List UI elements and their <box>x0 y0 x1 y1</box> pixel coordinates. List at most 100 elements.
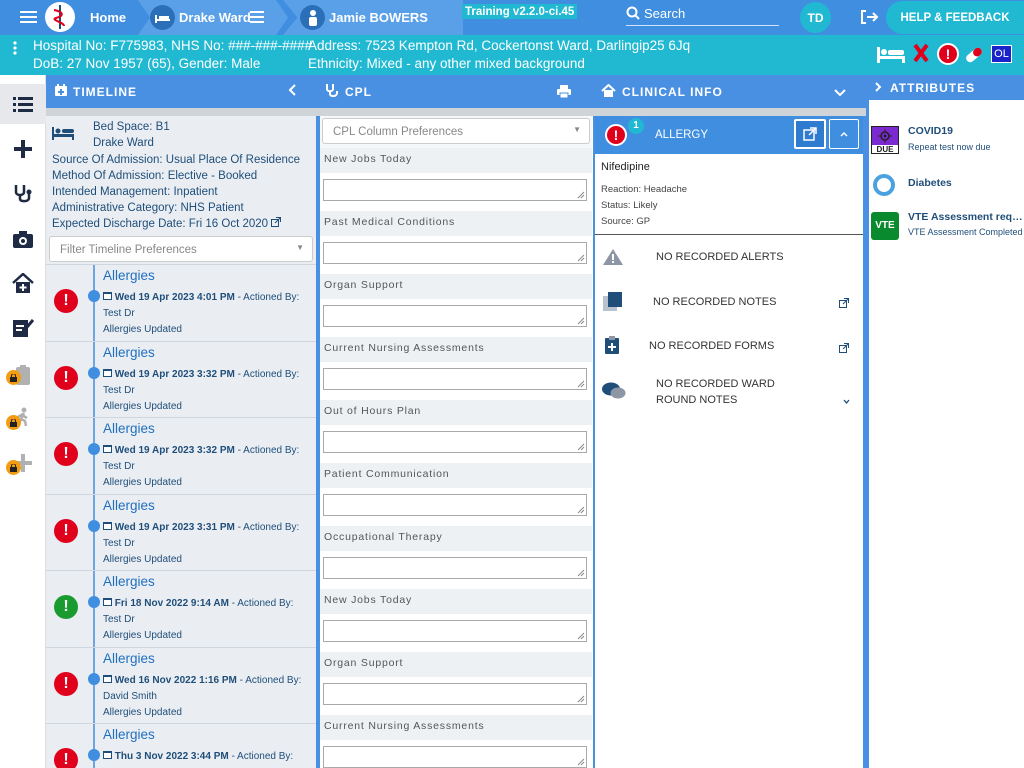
nav-home-medical-icon[interactable] <box>0 263 46 303</box>
timeline-item-actioned-by: Test Dr <box>103 614 135 625</box>
timeline-item[interactable]: ! Allergies Wed 19 Apr 2023 3:32 PM - Act… <box>46 340 316 418</box>
timeline-item[interactable]: ! Allergies Wed 19 Apr 2023 3:32 PM - Act… <box>46 417 316 494</box>
cpl-section-textarea[interactable] <box>323 368 587 390</box>
cpl-section: Out of Hours Plan <box>320 400 592 463</box>
covid-due-badge: DUE <box>876 145 894 154</box>
timeline-connector <box>93 418 95 494</box>
cpl-title: CPL <box>345 84 372 99</box>
nav-edit-form-icon[interactable] <box>0 307 46 347</box>
cpl-section-textarea[interactable] <box>323 179 587 201</box>
timeline-item-meta: Wed 16 Nov 2022 1:16 PM - Actioned By: Da… <box>103 673 313 721</box>
timeline-item-note: Allergies Updated <box>103 706 182 718</box>
timeline-panel: Bed Space: B1 Drake Ward Source Of Admis… <box>46 116 316 768</box>
nav-stethoscope-icon[interactable] <box>0 173 46 213</box>
bed-icon <box>52 126 74 145</box>
cpl-section-textarea[interactable] <box>323 746 587 768</box>
attribute-title: COVID19 <box>908 125 953 137</box>
external-link-icon[interactable] <box>271 217 282 230</box>
timeline-item-actioned: - Actioned By: <box>234 292 300 303</box>
expand-attributes-icon[interactable] <box>875 81 882 95</box>
cpl-section-label: New Jobs Today <box>320 589 592 614</box>
timeline-node <box>88 672 100 685</box>
nav-camera-icon[interactable] <box>0 219 46 259</box>
cpl-section-textarea[interactable] <box>323 242 587 264</box>
timeline-title: TIMELINE <box>73 84 137 99</box>
cpl-section: Patient Communication <box>320 463 592 526</box>
medication-icon[interactable] <box>963 45 985 68</box>
expected-discharge: Expected Discharge Date: Fri 16 Oct 2020 <box>52 216 282 232</box>
collapse-timeline-icon[interactable] <box>288 84 296 99</box>
logout-icon[interactable] <box>860 9 880 25</box>
cpl-section-textarea[interactable] <box>323 431 587 453</box>
search-input[interactable]: Search <box>644 6 685 21</box>
attribute-title: VTE Assessment required <box>908 211 1024 223</box>
ol-badge[interactable]: OL <box>991 45 1012 63</box>
header-divider <box>46 108 866 116</box>
timeline-node <box>88 749 100 761</box>
print-icon[interactable] <box>557 85 571 101</box>
open-external-button[interactable] <box>794 119 826 149</box>
cpl-section-textarea[interactable] <box>323 557 587 579</box>
no-notes-label: NO RECORDED NOTES <box>653 296 777 308</box>
bed-space: Bed Space: B1 <box>93 121 170 133</box>
ward-menu-icon[interactable] <box>250 11 264 23</box>
timeline-item-actioned-by: David Smith <box>103 690 157 702</box>
timeline-item-actioned: - Actioned By: <box>234 521 300 533</box>
help-feedback-button[interactable]: HELP & FEEDBACK <box>886 1 1024 34</box>
attribute-subtitle: VTE Assessment Completed <box>908 227 1023 237</box>
timeline-node <box>88 366 100 379</box>
timeline-item-title: Allergies <box>103 421 155 436</box>
collapse-allergy-button[interactable] <box>829 119 859 149</box>
patient-name[interactable]: Jamie BOWERS <box>329 0 428 35</box>
ward-breadcrumb[interactable]: Drake Ward <box>179 0 251 35</box>
timeline-item[interactable]: ! Allergies Fri 18 Nov 2022 9:14 AM - Act… <box>46 570 316 647</box>
timeline-connector <box>93 265 95 341</box>
vte-badge-icon: VTE <box>871 212 899 240</box>
app-logo-icon <box>45 2 75 32</box>
cpl-section: Occupational Therapy <box>320 526 592 589</box>
timeline-item[interactable]: ! Allergies Wed 16 Nov 2022 1:16 PM - Act… <box>46 646 316 724</box>
timeline-item[interactable]: ! Allergies Wed 19 Apr 2023 3:31 PM - Act… <box>46 493 316 571</box>
calendar-icon <box>103 598 112 609</box>
chevron-down-icon[interactable] <box>843 391 850 409</box>
top-bar: Home Drake Ward Jamie BOWERS Training v2… <box>0 0 1024 35</box>
timeline-filter-select[interactable]: Filter Timeline Preferences ▼ <box>49 236 313 262</box>
search-icon[interactable] <box>626 6 640 20</box>
home-medical-icon <box>601 83 616 100</box>
diabetes-ring-icon <box>873 174 895 196</box>
expand-clinical-icon[interactable] <box>834 86 846 100</box>
allergy-alert-icon[interactable]: ! <box>937 43 959 65</box>
chevron-down-icon: ▼ <box>573 125 581 134</box>
notes-external-link-icon[interactable] <box>839 295 849 313</box>
timeline-item-date: Thu 3 Nov 2022 3:44 PM <box>114 751 229 762</box>
menu-icon[interactable] <box>20 10 37 24</box>
resus-status-icon[interactable] <box>913 43 929 66</box>
nav-list-icon[interactable] <box>0 84 46 124</box>
allergy-source: Source: GP <box>601 216 651 227</box>
timeline-node <box>88 596 100 608</box>
cpl-section-textarea[interactable] <box>323 305 587 327</box>
timeline-item-actioned: - Actioned By: <box>236 674 302 686</box>
cpl-section-textarea[interactable] <box>323 620 587 642</box>
bed-status-icon[interactable] <box>877 45 905 66</box>
banner-more-icon[interactable] <box>13 40 17 59</box>
address: Address: 7523 Kempton Rd, Cockertonst Wa… <box>308 38 691 53</box>
home-link[interactable]: Home <box>90 0 126 35</box>
user-avatar[interactable]: TD <box>800 2 831 33</box>
cpl-section-textarea[interactable] <box>323 494 587 516</box>
timeline-item-actioned-by: Test Dr <box>103 384 135 396</box>
cpl-section-textarea[interactable] <box>323 683 587 705</box>
ward-bed-icon <box>150 5 175 30</box>
timeline-item-title: Allergies <box>103 574 155 589</box>
allergy-alert-icon: ! <box>54 748 78 768</box>
intended-management: Intended Management: Inpatient <box>52 186 218 198</box>
cpl-section: Current Nursing Assessments <box>320 715 592 768</box>
timeline-item[interactable]: ! Allergies Thu 3 Nov 2022 3:44 PM - Acti… <box>46 723 316 768</box>
timeline-item[interactable]: ! Allergies Wed 19 Apr 2023 4:01 PM - Act… <box>46 264 316 341</box>
forms-external-link-icon[interactable] <box>839 340 849 358</box>
cpl-preferences-select[interactable]: CPL Column Preferences ▼ <box>322 118 590 144</box>
lock-icon <box>6 370 21 385</box>
version-badge: Training v2.2.0-ci.45 <box>462 4 578 19</box>
nav-add-icon[interactable] <box>0 129 46 169</box>
bed-ward: Drake Ward <box>93 137 154 149</box>
